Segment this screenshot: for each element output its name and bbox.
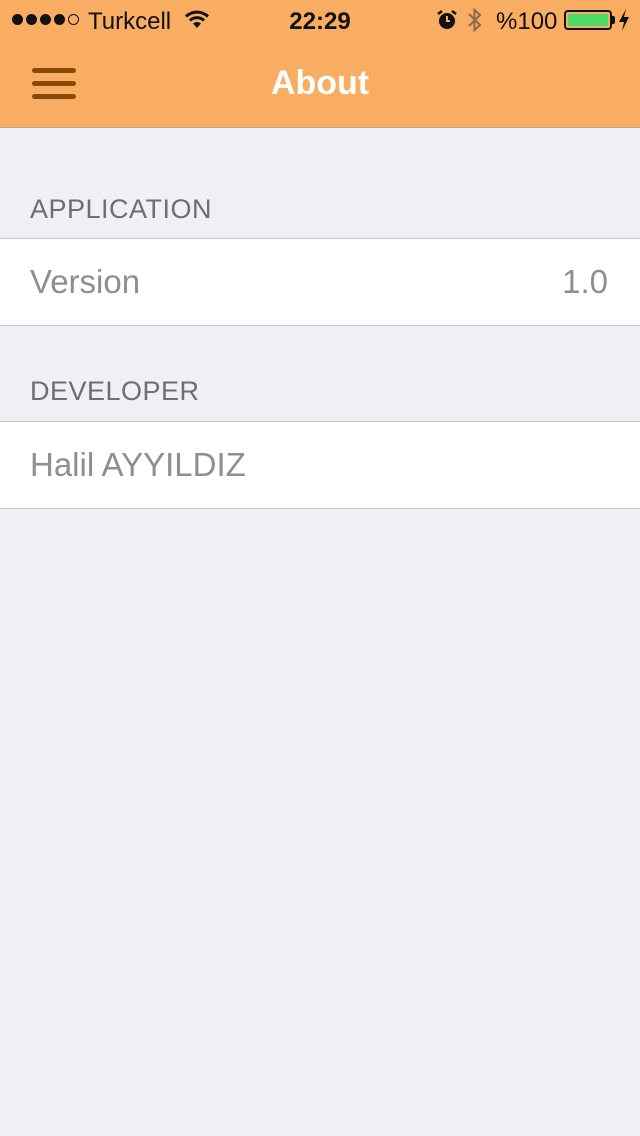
version-row: Version 1.0 [0, 238, 640, 326]
status-bar: Turkcell 22:29 %100 [0, 0, 640, 40]
charging-bolt-icon [617, 8, 631, 39]
developer-row: Halil AYYILDIZ [0, 421, 640, 509]
section-header-developer: DEVELOPER [30, 376, 200, 406]
page-title: About [270, 64, 370, 102]
battery-percentage: %100 [496, 8, 558, 35]
battery-icon [564, 10, 612, 30]
carrier-name: Turkcell [88, 8, 172, 35]
navigation-bar: Turkcell 22:29 %100 About [0, 0, 640, 128]
section-header-application: APPLICATION [30, 194, 213, 224]
battery-tip [612, 16, 615, 24]
developer-name: Halil AYYILDIZ [30, 446, 246, 483]
alarm-icon [436, 9, 458, 38]
signal-strength-icon [12, 14, 79, 25]
version-value: 1.0 [562, 263, 608, 300]
version-label: Version [30, 263, 141, 300]
wifi-icon [184, 8, 210, 37]
bluetooth-icon [466, 7, 484, 40]
